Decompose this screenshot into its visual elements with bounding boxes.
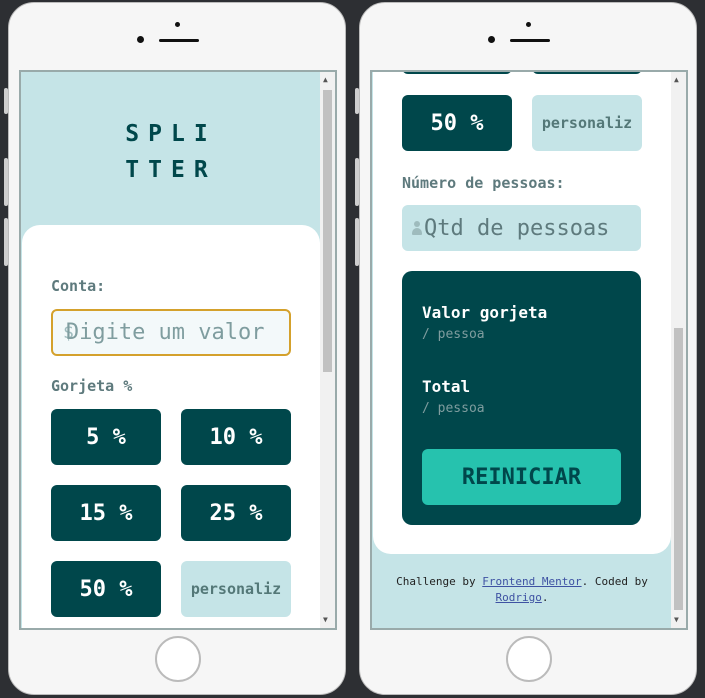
tip-button-25[interactable]: 25 %	[181, 485, 291, 541]
calculator-card: 50 % personaliz Número de pessoas: Qtd d…	[373, 72, 671, 554]
phone-side-button	[4, 88, 8, 114]
calculator-card: Conta: $ Digite um valor Gorjeta % 5 % 1…	[22, 225, 320, 628]
scrollbar[interactable]: ▲ ▼	[671, 72, 686, 628]
phone-speaker	[510, 39, 550, 42]
phone-sensor	[526, 22, 531, 27]
scroll-thumb[interactable]	[674, 328, 683, 610]
phone-speaker	[159, 39, 199, 42]
phone-sensor	[175, 22, 180, 27]
phone-camera	[488, 36, 495, 43]
footer-prefix: Challenge by	[396, 575, 483, 588]
scroll-up-arrow-icon[interactable]: ▲	[674, 76, 679, 84]
total-label: Total	[422, 377, 471, 396]
scroll-down-arrow-icon[interactable]: ▼	[674, 616, 679, 624]
footer-suffix: .	[541, 591, 549, 604]
total-per-person: / pessoa	[422, 401, 485, 416]
people-input[interactable]: Qtd de pessoas	[402, 205, 641, 251]
scroll-up-arrow-icon[interactable]: ▲	[323, 76, 328, 84]
bill-input-placeholder: Digite um valor	[65, 320, 265, 345]
footer: Challenge by Frontend Mentor. Coded by R…	[372, 574, 672, 606]
phone-frame-left: SPLI TTER Conta: $ Digite um valor Gorje…	[4, 2, 346, 695]
scroll-down-arrow-icon[interactable]: ▼	[323, 616, 328, 624]
phone-side-button	[355, 88, 359, 114]
tip-button-15[interactable]: 15 %	[51, 485, 161, 541]
phone-side-button	[355, 218, 359, 266]
people-label: Número de pessoas:	[402, 174, 565, 192]
home-button[interactable]	[506, 636, 552, 682]
phone-side-button	[355, 158, 359, 206]
footer-middle: . Coded by	[581, 575, 648, 588]
screen-left[interactable]: SPLI TTER Conta: $ Digite um valor Gorje…	[19, 70, 337, 630]
screen-right[interactable]: 50 % personaliz Número de pessoas: Qtd d…	[370, 70, 688, 630]
scroll-thumb[interactable]	[323, 90, 332, 372]
result-panel: Valor gorjeta / pessoa Total / pessoa RE…	[402, 271, 641, 525]
tip-button-partial[interactable]	[402, 72, 512, 74]
phone-frame-right: 50 % personaliz Número de pessoas: Qtd d…	[355, 2, 697, 695]
people-input-placeholder: Qtd de pessoas	[424, 215, 610, 241]
phone-side-button	[4, 158, 8, 206]
tip-button-5[interactable]: 5 %	[51, 409, 161, 465]
tip-button-50[interactable]: 50 %	[51, 561, 161, 617]
author-link[interactable]: Rodrigo	[496, 591, 542, 604]
scrollbar[interactable]: ▲ ▼	[320, 72, 335, 628]
custom-tip-input[interactable]: personaliz	[532, 95, 642, 151]
tip-button-50[interactable]: 50 %	[402, 95, 512, 151]
tip-button-partial[interactable]	[532, 72, 642, 74]
tip-label: Gorjeta %	[51, 377, 133, 395]
reset-button[interactable]: REINICIAR	[422, 449, 621, 505]
frontend-mentor-link[interactable]: Frontend Mentor	[482, 575, 581, 588]
tip-amount-per-person: / pessoa	[422, 327, 485, 342]
home-button[interactable]	[155, 636, 201, 682]
phone-side-button	[4, 218, 8, 266]
person-icon	[412, 221, 422, 235]
phone-camera	[137, 36, 144, 43]
bill-label: Conta:	[51, 277, 106, 295]
custom-tip-input[interactable]: personaliz	[181, 561, 291, 617]
bill-input[interactable]: $ Digite um valor	[51, 309, 291, 356]
tip-amount-label: Valor gorjeta	[422, 303, 548, 322]
splitter-logo: SPLI TTER	[125, 121, 217, 183]
tip-button-10[interactable]: 10 %	[181, 409, 291, 465]
